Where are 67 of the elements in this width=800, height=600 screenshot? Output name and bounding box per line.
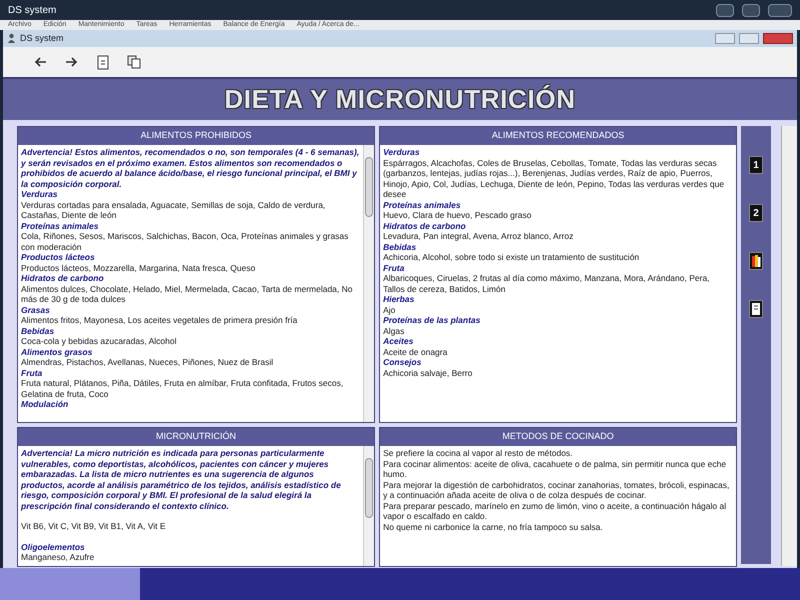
food-list-text: Achicoria, Alcohol, sobre todo si existe un tratamiento de sustitución	[383, 252, 640, 262]
panel-header: MICRONUTRICIÓN	[18, 428, 374, 446]
maximize-button[interactable]	[742, 4, 760, 16]
food-list-text: Aceite de onagra	[383, 346, 448, 357]
page-title: DIETA Y MICRONUTRICIÓN	[224, 83, 576, 116]
section-heading: Grasas	[21, 304, 51, 315]
food-list-text: No queme ni carbonice la carne, no fría tampoco su salsa.	[383, 522, 604, 532]
section-heading: Oligoelementos	[21, 542, 86, 552]
section-heading: Verduras	[383, 147, 421, 158]
window-title: DS system	[8, 4, 56, 18]
section-heading: Fruta	[383, 262, 406, 273]
warning-text: Advertencia! La micro nutrición es indicada para personas particularmente vulnerables, como deportistas, alcohólicos, pacientes con cáncer y mujeres embarazadas. La lista de micro nutrientes es una sugerencia de algunos productos, acorde al análisis paramétrico de los tejidos, análisis estadístico de riesgo, composición corporal y BMI. El profesional de la salud elegirá la prescripción final considerando el contexto clínico.	[21, 448, 342, 511]
food-list-text: Algas	[383, 326, 406, 336]
person-icon	[7, 33, 16, 44]
section-heading: Bebidas	[21, 326, 56, 336]
document-icon[interactable]	[97, 54, 109, 70]
section-heading: Consejos	[383, 357, 422, 368]
food-list-text: Ajo	[383, 304, 396, 315]
books-icon[interactable]	[749, 252, 764, 270]
close-button[interactable]	[768, 4, 792, 16]
section-heading: Bebidas	[383, 242, 418, 252]
food-list-text: Coca-cola y bebidas azucaradas, Alcohol	[21, 336, 178, 346]
section-heading: Verduras	[21, 189, 59, 200]
food-list-text: Fruta natural, Plátanos, Piña, Dátiles, Fruta en almíbar, Fruta confitada, Frutos secos, Gelatina de fruta, Coco	[21, 378, 344, 399]
food-list-text: Para preparar pescado, marínelo en zumo de limón, vino o aceite, a continuación hágalo al vapor o escalfado en caldo.	[383, 500, 728, 522]
forward-arrow-icon[interactable]	[65, 56, 79, 68]
panel-header: ALIMENTOS PROHIBIDOS	[18, 127, 374, 145]
back-arrow-icon[interactable]	[33, 56, 47, 68]
section-heading: Hidratos de carbono	[383, 220, 467, 231]
page-button[interactable]: 2	[749, 204, 764, 222]
section-heading: Proteínas animales	[383, 200, 462, 210]
food-list-text: Alimentos fritos, Mayonesa, Los aceites vegetales de primera presión fría	[21, 315, 298, 326]
scrollbar[interactable]	[363, 446, 374, 566]
section-heading: Productos lácteos	[21, 252, 96, 262]
section-heading: Alimentos grasos	[21, 346, 94, 357]
section-heading: Aceites	[383, 336, 414, 346]
food-list-text: Espárragos, Alcachofas, Coles de Bruselas, Cebollas, Tomate, Todas las verduras secas (garbanzos, lentejas, judías rojas...), Berenjenas, Judías verdes, Raíz de apio, Puerros, Hinojo, Apio, Col, Judías, Lechuga, Diente de león, Pepino, Todas las verduras verdes que desee	[383, 158, 726, 200]
section-heading: Proteínas de las plantas	[383, 315, 482, 326]
food-list-text: Manganeso, Azufre	[21, 552, 96, 562]
minimize-button[interactable]	[716, 4, 734, 16]
section-heading: Modulación	[21, 399, 70, 410]
food-list-text: Albaricoques, Ciruelas, 2 frutas al día como máximo, Manzana, Mora, Arándano, Pera, Tallos de cereza, Batidos, Limón	[383, 273, 711, 294]
food-list-text: Almendras, Pistachos, Avellanas, Nueces, Piñones, Nuez de Brasil	[21, 357, 274, 368]
book-icon[interactable]	[749, 300, 764, 318]
section-heading: Hierbas	[383, 294, 416, 304]
food-list-text: Levadura, Pan integral, Avena, Arroz blanco, Arroz	[383, 231, 574, 242]
copy-icon[interactable]	[127, 55, 141, 69]
food-list-text: Se prefiere la cocina al vapor al resto de métodos.	[383, 448, 574, 458]
scrollbar[interactable]	[781, 126, 797, 566]
food-list-text: Productos lácteos, Mozzarella, Margarina, Nata fresca, Queso	[21, 262, 256, 273]
section-heading: Fruta	[21, 368, 44, 378]
food-list-text: Verduras cortadas para ensalada, Aguacate, Semillas de soja, Caldo de verdura, Castañas, Diente de león	[21, 200, 326, 220]
panel-header: ALIMENTOS RECOMENDADOS	[380, 127, 736, 145]
scrollbar[interactable]	[363, 145, 374, 422]
panel-header: METODOS DE COCINADO	[380, 428, 736, 446]
section-heading: Proteínas animales	[21, 220, 100, 231]
food-list-text: Vit B6, Vit C, Vit B9, Vit B1, Vit A, Vit E	[21, 521, 167, 532]
window-title: DS system	[20, 32, 64, 45]
food-list-text: Para mejorar la digestión de carbohidratos, cocinar zanahorias, tomates, brócoli, espinacas, y a continuación añada aceite de oliva o de colza después de cocinar.	[383, 480, 730, 500]
food-list-text: Alimentos dulces, Chocolate, Helado, Miel, Mermelada, Cacao, Tarta de mermelada, No más de 30 g de toda dulces	[21, 284, 354, 304]
food-list-text: Achicoria salvaje, Berro	[383, 368, 474, 378]
page-button[interactable]: 1	[749, 156, 764, 174]
food-list-text: Huevo, Clara de huevo, Pescado graso	[383, 210, 532, 220]
food-list-text: Cola, Riñones, Sesos, Mariscos, Salchichas, Bacon, Oca, Proteínas animales y grasas con moderación	[21, 231, 350, 252]
section-heading: Hidratos de carbono	[21, 273, 105, 284]
food-list-text: Para cocinar alimentos: aceite de oliva, cacahuete o de palma, sin permitir nunca que eche humo.	[383, 458, 728, 480]
warning-text: Advertencia! Estos alimentos, recomendados o no, son temporales (4 - 6 semanas), y serán revisados en el próximo examen. Estos alimentos son recomendados o prohibidos de acuerdo al balance ácido/base, el riesgo funcional principal, el BMI y la composición corporal.	[21, 147, 360, 189]
